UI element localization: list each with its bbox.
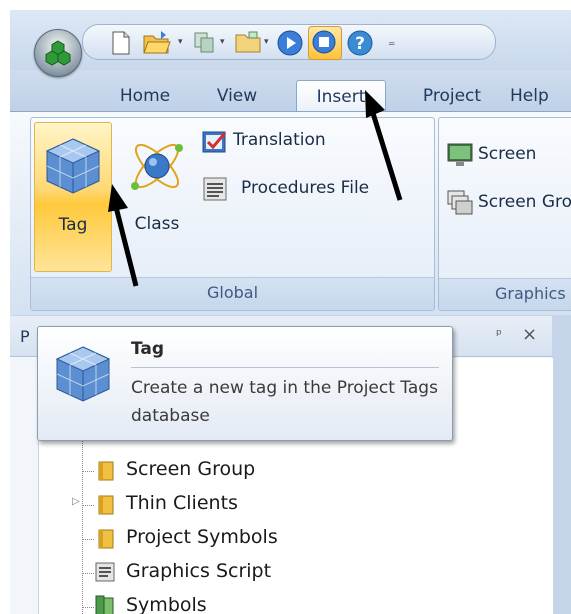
graphics-group: Screen Screen Group Graphics [438, 117, 571, 311]
svg-text:?: ? [355, 34, 365, 54]
chevron-down-icon[interactable]: ▾ [264, 37, 273, 47]
translation-icon [201, 127, 229, 155]
tree-connector [82, 505, 94, 506]
screen-group-ribbon-label: Screen Group [478, 192, 571, 212]
open-folder-icon[interactable] [142, 30, 171, 54]
stop-icon[interactable] [308, 26, 342, 60]
tab-project[interactable]: Project [408, 80, 496, 112]
annotation-arrow-tag [108, 184, 139, 287]
screen-icon [446, 141, 474, 169]
application-button[interactable] [34, 29, 82, 77]
graphics-group-label: Graphics [439, 278, 571, 310]
chevron-down-icon[interactable]: ▾ [178, 37, 187, 47]
ribbon-tab-row: Home View Insert Project Help [10, 70, 571, 113]
tooltip-title: Tag [131, 339, 165, 359]
tag-tooltip: Tag Create a new tag in the Project Tags… [37, 326, 453, 441]
tab-view[interactable]: View [204, 80, 270, 112]
tooltip-description: Create a new tag in the Project Tags dat… [131, 378, 438, 426]
panel-title: P [20, 327, 30, 346]
expand-arrow-icon[interactable]: ▷ [72, 496, 80, 507]
tree-label: Thin Clients [126, 492, 238, 514]
tree-connector [82, 539, 94, 540]
tree-item-thin-clients[interactable]: ▷ Thin Clients [39, 488, 459, 522]
tree-item-screen-group[interactable]: Screen Group [39, 454, 459, 488]
chevron-down-icon[interactable]: ▾ [220, 37, 229, 47]
tree-item-project-symbols[interactable]: Project Symbols [39, 522, 459, 556]
help-icon[interactable]: ? [346, 30, 373, 56]
tag-cube-icon [42, 135, 104, 201]
tag-button[interactable]: Tag [34, 122, 112, 272]
tab-home[interactable]: Home [105, 80, 185, 112]
tree-label: Project Symbols [126, 526, 278, 548]
new-document-icon[interactable] [108, 30, 134, 55]
global-group-label: Global [31, 277, 434, 310]
tree-item-graphics-script[interactable]: Graphics Script [39, 556, 459, 590]
tag-button-label: Tag [58, 215, 88, 235]
customize-toolbar-icon[interactable]: ₌ [388, 34, 397, 50]
ribbon-panel: Tag Class Translation Procedures File Gl… [10, 111, 571, 315]
close-icon[interactable]: × [522, 324, 537, 345]
quick-access-toolbar: ▾ ▾ ▾ ? ₌ [10, 10, 571, 70]
folder-icon[interactable] [234, 30, 261, 54]
procedures-file-icon [201, 175, 229, 203]
tooltip-divider [131, 367, 439, 368]
pin-icon[interactable]: ᵖ [496, 327, 502, 343]
app-orb-icon [44, 39, 72, 67]
copy-icon[interactable] [192, 30, 218, 54]
screen-label: Screen [478, 144, 537, 164]
tree-connector [82, 471, 94, 472]
folder-tree-icon [95, 458, 119, 482]
tree-label: Screen Group [126, 458, 256, 480]
application-window: ▾ ▾ ▾ ? ₌ Home View Insert Project Help … [10, 10, 571, 614]
graphics-script-icon [93, 560, 117, 584]
folder-tree-icon [95, 492, 119, 516]
tag-cube-icon [52, 343, 114, 409]
folder-tree-icon [95, 526, 119, 550]
tree-label: Graphics Script [126, 560, 272, 582]
tree-label: Symbols [126, 594, 207, 614]
translation-label: Translation [233, 130, 326, 150]
tab-help[interactable]: Help [510, 80, 571, 112]
symbols-icon [93, 594, 117, 614]
tree-item-symbols[interactable]: Symbols [39, 590, 459, 614]
procedures-file-label: Procedures File [241, 178, 370, 198]
screen-group-icon [446, 189, 474, 217]
annotation-arrow-insert [365, 90, 403, 201]
run-icon[interactable] [276, 30, 303, 56]
